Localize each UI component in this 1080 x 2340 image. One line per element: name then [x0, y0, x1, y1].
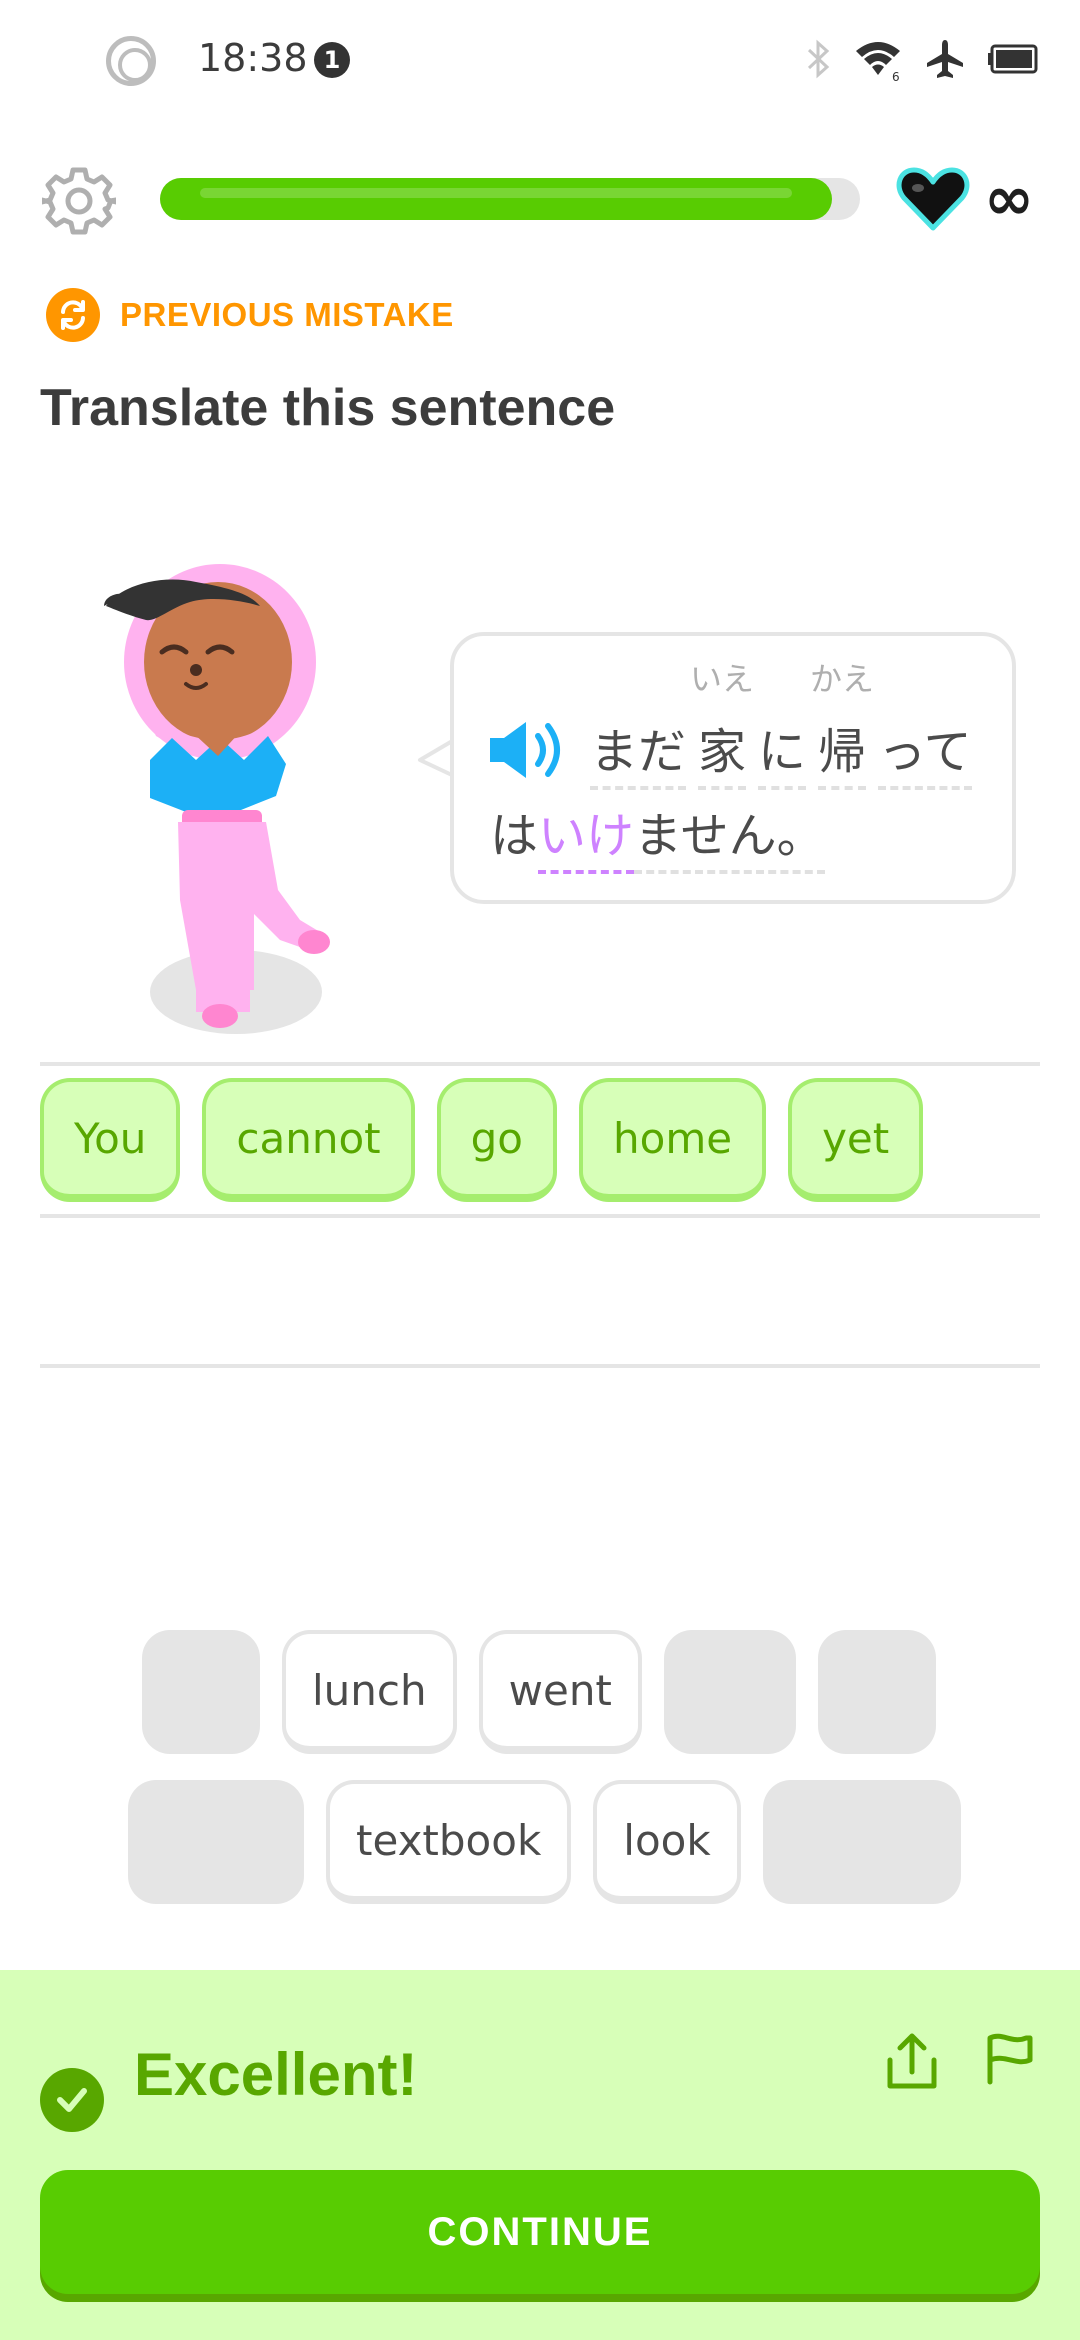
notification-badge: 1	[314, 42, 350, 78]
share-icon[interactable]	[882, 2032, 942, 2094]
svg-text:6: 6	[892, 70, 900, 81]
word-bank-row-1: lunch went	[142, 1630, 936, 1754]
answer-line-top	[40, 1062, 1040, 1066]
answer-word-chip[interactable]: home	[579, 1078, 767, 1202]
lesson-progress-bar	[160, 178, 860, 220]
report-flag-icon[interactable]	[982, 2030, 1038, 2086]
continue-button[interactable]: CONTINUE	[40, 2170, 1040, 2294]
sentence-token[interactable]: に	[758, 712, 807, 790]
answer-word-chip[interactable]: go	[436, 1078, 557, 1202]
sentence-token-text: は	[490, 808, 539, 864]
settings-gear-icon[interactable]	[42, 164, 116, 238]
sentence-token-text: まだ	[590, 724, 687, 780]
answer-word-chip[interactable]: cannot	[202, 1078, 415, 1202]
wifi-icon: 6	[856, 42, 900, 81]
sentence-token[interactable]: いけ	[538, 796, 635, 874]
word-bank-chip[interactable]: look	[593, 1780, 741, 1904]
answer-line-bottom	[40, 1364, 1040, 1368]
sentence-line-1: まだ家 いえに帰 かえ って	[590, 660, 984, 790]
sentence-token[interactable]: って	[878, 712, 972, 790]
answer-word-chip[interactable]: yet	[788, 1078, 924, 1202]
battery-icon	[988, 44, 1038, 74]
answer-line-middle	[40, 1214, 1040, 1218]
hearts-count: ∞	[984, 164, 1034, 234]
word-bank-chip[interactable]: went	[478, 1630, 642, 1754]
challenge-title: Translate this sentence	[40, 379, 616, 437]
airplane-icon	[927, 40, 963, 78]
answer-word-chip[interactable]: You	[40, 1078, 181, 1202]
word-bank-slot-empty	[142, 1630, 260, 1754]
feedback-message: Excellent!	[134, 2041, 418, 2108]
sentence-token[interactable]: 家いえ	[690, 660, 754, 790]
sentence-token-text: に	[758, 724, 807, 780]
status-icons: 6	[806, 34, 1040, 84]
sentence-token[interactable]: ません。	[634, 796, 825, 874]
sentence-token-text: いけ	[538, 808, 635, 864]
sentence-token-text: って	[878, 724, 972, 780]
repeat-icon	[46, 288, 100, 342]
lesson-progress-fill	[160, 178, 832, 220]
sentence-line-2: はいけません。	[490, 796, 825, 874]
sentence-token-text: 家	[698, 724, 747, 780]
character-illustration	[104, 564, 330, 1034]
word-bank-slot-empty	[663, 1630, 796, 1754]
bluetooth-icon	[807, 39, 830, 79]
word-bank-slot-empty	[817, 1630, 936, 1754]
heart-icon[interactable]	[896, 166, 970, 232]
sentence-token-text: ません。	[634, 808, 825, 864]
word-bank-slot-empty	[128, 1780, 304, 1904]
sentence-token[interactable]: まだ	[590, 712, 687, 790]
word-bank-row-2: textbook look	[128, 1780, 961, 1904]
furigana: いえ	[690, 660, 755, 698]
previous-mistake-label: PREVIOUS MISTAKE	[120, 296, 454, 333]
sentence-token-text: 帰	[818, 724, 867, 780]
furigana: かえ	[810, 660, 875, 698]
status-time: 18:38	[198, 36, 308, 80]
sentence-token[interactable]: 帰かえ	[810, 660, 874, 790]
sentence-token[interactable]: は	[490, 796, 538, 870]
lesson-progress-shine	[200, 188, 792, 198]
word-bank-chip[interactable]: textbook	[326, 1780, 572, 1904]
previous-mistake-tag: PREVIOUS MISTAKE	[46, 288, 454, 342]
word-bank-chip[interactable]: lunch	[282, 1630, 457, 1754]
speaker-icon[interactable]	[486, 716, 570, 784]
status-bar: 18:38 1 6	[0, 0, 1080, 120]
check-circle-icon	[40, 2068, 104, 2132]
record-icon	[106, 36, 156, 86]
word-bank-slot-empty	[762, 1780, 961, 1904]
answer-row: You cannot go home yet	[40, 1078, 924, 1202]
